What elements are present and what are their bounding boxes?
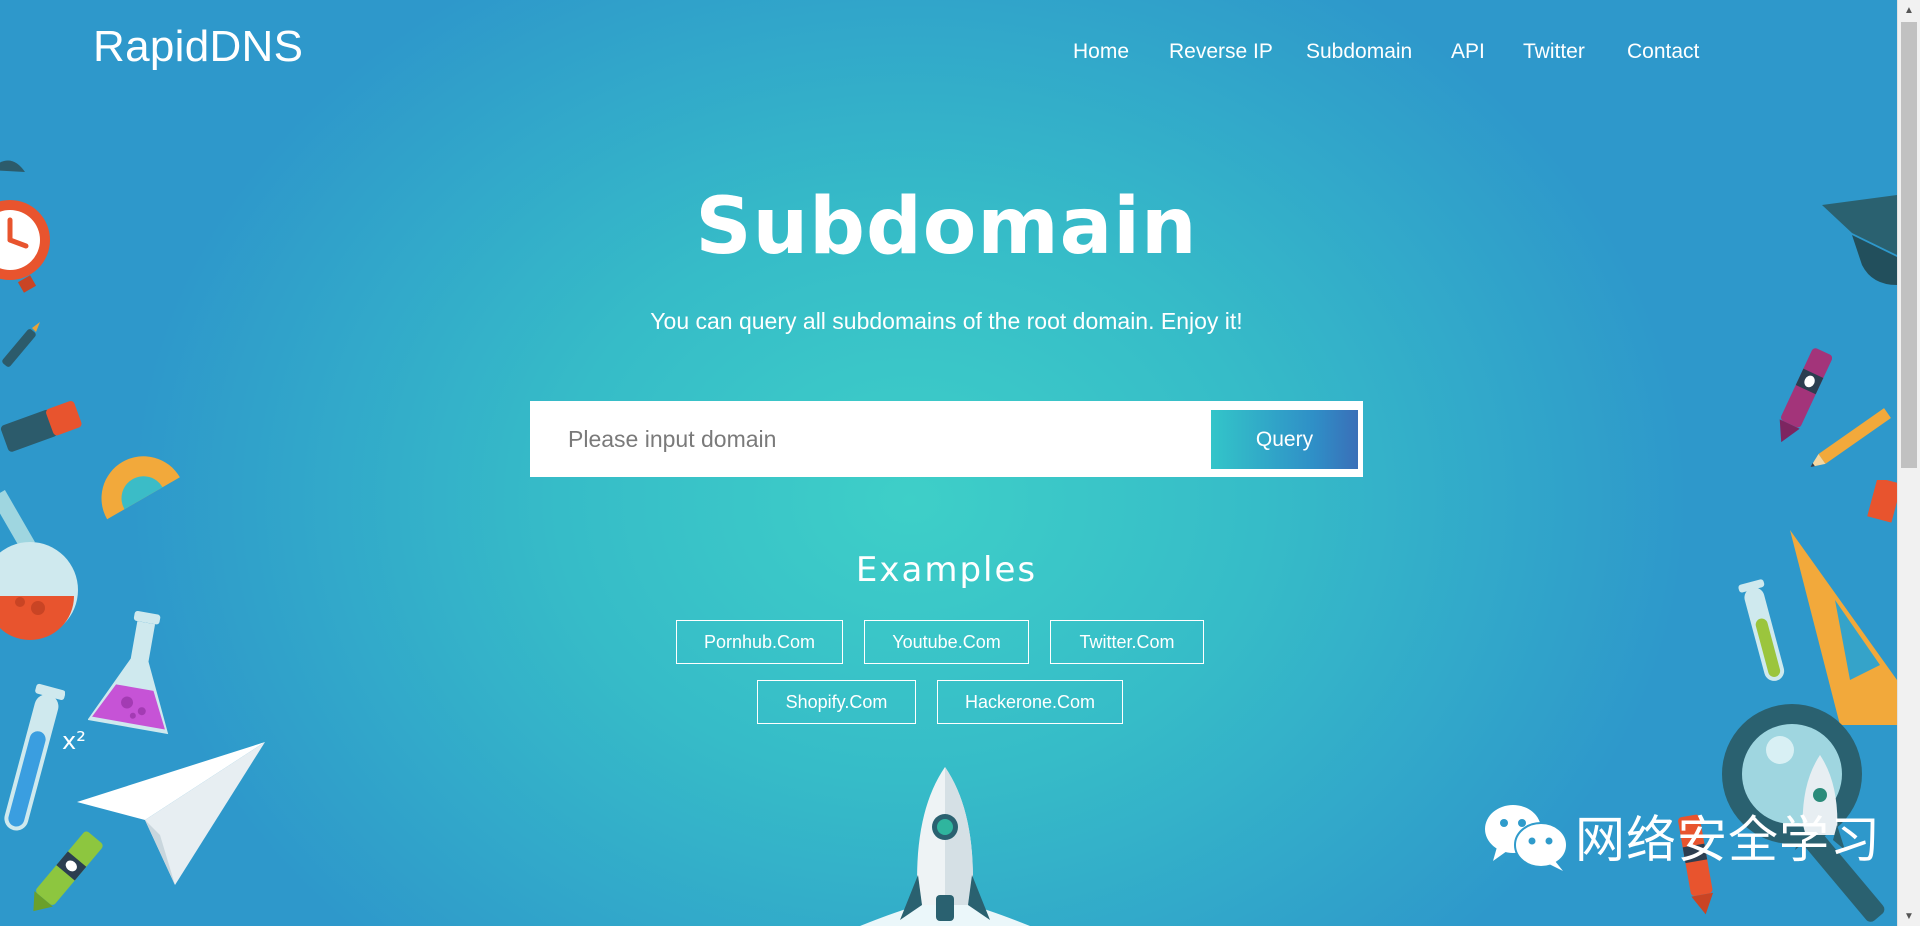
test-tube-icon xyxy=(4,683,65,831)
scroll-up-arrow-icon[interactable]: ▲ xyxy=(1898,0,1920,20)
example-twitter-button[interactable]: Twitter.Com xyxy=(1050,620,1204,664)
example-shopify-button[interactable]: Shopify.Com xyxy=(757,680,916,724)
crayon-icon xyxy=(33,831,103,912)
page: x² RapidDNS Home Reverse IP Subdomain AP… xyxy=(0,0,1897,926)
viewport: x² RapidDNS Home Reverse IP Subdomain AP… xyxy=(0,0,1920,926)
scroll-down-arrow-icon[interactable]: ▼ xyxy=(1898,906,1920,926)
examples-heading: Examples xyxy=(855,550,1038,590)
nav-item-twitter[interactable]: Twitter xyxy=(1523,40,1585,64)
main-nav: Home Reverse IP Subdomain API Twitter Co… xyxy=(0,40,1897,70)
nav-item-contact[interactable]: Contact xyxy=(1627,40,1699,64)
test-tube-icon xyxy=(1738,579,1785,681)
nav-item-subdomain[interactable]: Subdomain xyxy=(1306,40,1412,64)
watermark: 网络安全学习 xyxy=(1483,800,1881,872)
watermark-text: 网络安全学习 xyxy=(1575,811,1881,869)
search-form: Query xyxy=(530,401,1363,477)
example-hackerone-button[interactable]: Hackerone.Com xyxy=(937,680,1123,724)
rocket-icon xyxy=(860,767,1030,926)
pencil-icon xyxy=(1810,408,1891,467)
domain-input[interactable] xyxy=(530,401,1200,477)
page-subtitle: You can query all subdomains of the root… xyxy=(650,308,1243,334)
triangle-ruler-icon xyxy=(1790,480,1897,725)
page-title: Subdomain xyxy=(695,182,1198,272)
vertical-scrollbar[interactable]: ▲ ▼ xyxy=(1897,0,1920,926)
scrollbar-thumb[interactable] xyxy=(1901,22,1917,468)
erlenmeyer-flask-icon xyxy=(88,611,169,735)
example-youtube-button[interactable]: Youtube.Com xyxy=(864,620,1029,664)
nav-item-reverse-ip[interactable]: Reverse IP xyxy=(1169,40,1273,64)
nav-item-home[interactable]: Home xyxy=(1073,40,1129,64)
nav-item-api[interactable]: API xyxy=(1451,40,1485,64)
eraser-icon xyxy=(0,401,82,452)
wechat-icon xyxy=(1485,805,1568,871)
example-pornhub-button[interactable]: Pornhub.Com xyxy=(676,620,843,664)
query-button[interactable]: Query xyxy=(1211,410,1358,469)
